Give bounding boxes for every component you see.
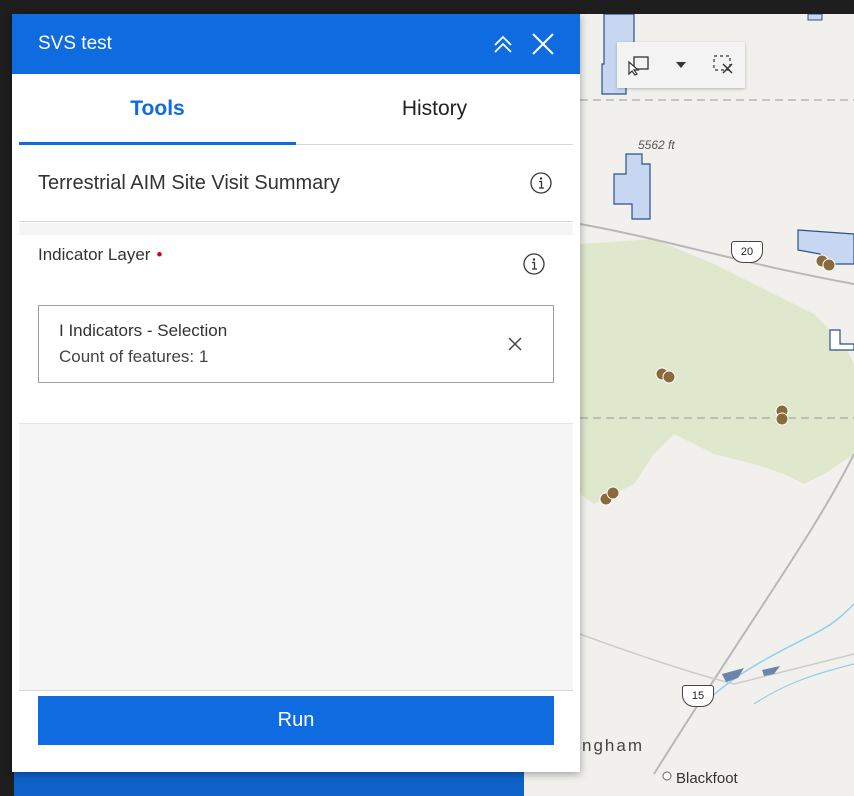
layer-name: I Indicators - Selection <box>59 321 228 340</box>
feature-count: Count of features: 1 <box>59 347 209 366</box>
lake <box>762 666 780 676</box>
close-icon[interactable] <box>530 31 556 57</box>
map-marker <box>662 771 672 781</box>
road <box>653 453 854 775</box>
site-point <box>822 258 836 272</box>
tab-history[interactable]: History <box>296 74 573 144</box>
town-label: Blackfoot <box>676 770 738 787</box>
caret-down-icon[interactable] <box>667 51 695 79</box>
close-icon[interactable] <box>505 334 525 354</box>
vegetation-area <box>580 239 854 504</box>
selection-toolbar <box>617 42 745 88</box>
divider <box>19 690 573 691</box>
double-chevron-up-icon[interactable] <box>490 31 516 57</box>
parcel <box>807 14 823 21</box>
parcel <box>613 153 651 220</box>
bottom-bar <box>14 770 524 796</box>
site-point <box>775 412 789 426</box>
panel-header: SVS test <box>12 14 580 74</box>
tool-panel: SVS test Tools History Terrestrial AIM S… <box>12 14 580 772</box>
run-button[interactable]: Run <box>38 696 554 745</box>
site-point <box>662 370 676 384</box>
highway-shield: 20 <box>731 241 763 263</box>
tool-name: Terrestrial AIM Site Visit Summary <box>38 171 340 194</box>
required-marker: • <box>156 245 163 264</box>
elevation-label: 5562 ft <box>638 138 675 152</box>
layer-input[interactable]: I Indicators - Selection Count of featur… <box>38 305 554 383</box>
highway-shield: 15 <box>682 685 714 707</box>
parcel <box>829 329 854 351</box>
panel-title: SVS test <box>38 33 112 54</box>
select-rectangle-icon[interactable] <box>624 51 652 79</box>
site-point <box>606 486 620 500</box>
road <box>579 633 735 685</box>
tool-header: Terrestrial AIM Site Visit Summary <box>19 145 573 222</box>
panel-tabs: Tools History <box>19 74 573 145</box>
parameter-label: Indicator Layer • <box>38 245 163 264</box>
town-label-partial: ngham <box>582 736 644 755</box>
tab-tools[interactable]: Tools <box>19 74 296 145</box>
info-icon[interactable] <box>528 170 554 196</box>
info-icon[interactable] <box>521 251 547 277</box>
clear-selection-icon[interactable] <box>710 51 738 79</box>
indicator-layer-parameter: Indicator Layer • I Indicators - Selectio… <box>19 235 573 424</box>
